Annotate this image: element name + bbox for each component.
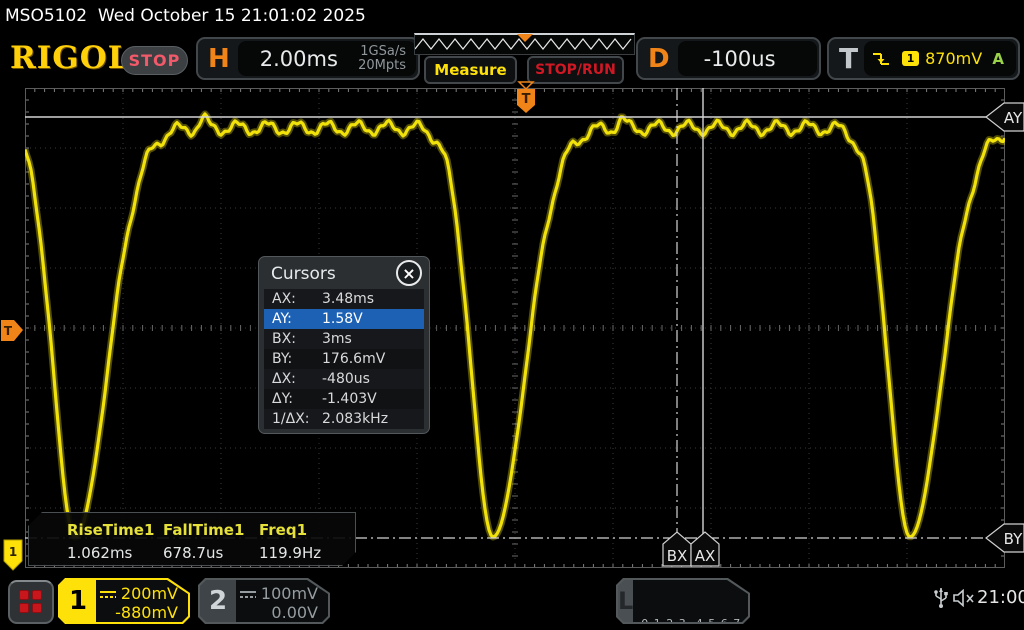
- cursor-row-ay-selected[interactable]: AY: 1.58V: [264, 309, 424, 329]
- trigger-settings-tab[interactable]: T 1 870mV A: [827, 37, 1020, 80]
- cursors-dialog-body: AX: 3.48ms AY: 1.58V BX: 3ms BY: 176.6mV…: [264, 289, 424, 428]
- cursors-dialog: Cursors × AX: 3.48ms AY: 1.58V BX: 3ms B…: [258, 256, 430, 434]
- channel1-number: 1: [60, 580, 96, 622]
- digital-channels-tab[interactable]: L 0 1 2 3 4 5 6 7 8 9 10 11 12 13 14 15: [616, 578, 750, 624]
- cursor-ay-flag-label: AY: [1004, 109, 1023, 127]
- delay-label: D: [648, 44, 670, 74]
- dc-coupling-icon: [240, 590, 256, 599]
- cursor-row-label: AX:: [272, 291, 322, 307]
- sample-rate-block: 1GSa/s 20Mpts: [358, 45, 406, 73]
- channel2-scale: 100mV: [261, 584, 318, 603]
- measure-button[interactable]: Measure: [424, 56, 517, 84]
- cursor-row-value: -480us: [322, 371, 424, 387]
- measurement-freq: Freq1 119.9Hz: [259, 513, 355, 565]
- measurement-panel: RiseTime1 1.062ms FallTime1 678.7us Freq…: [28, 512, 356, 566]
- cursor-row-bx[interactable]: BX: 3ms: [264, 329, 424, 349]
- cursor-row-value: -1.403V: [322, 391, 424, 407]
- waveform-display-area: [25, 88, 1005, 568]
- cursors-dialog-title[interactable]: Cursors: [271, 264, 336, 284]
- cursor-row-label: BY:: [272, 351, 322, 367]
- digital-channel-numbers: 0 1 2 3 4 5 6 7 8 9 10 11 12 13 14 15: [633, 580, 784, 622]
- cursor-row-dx[interactable]: ΔX: -480us: [264, 369, 424, 389]
- cursor-row-value: 3ms: [322, 331, 424, 347]
- model-and-datetime: MSO5102 Wed October 15 21:01:02 2025: [5, 6, 366, 26]
- cursor-row-label: ΔY:: [272, 391, 322, 407]
- cursor-row-label: AY:: [272, 311, 322, 327]
- measurement-value: 119.9Hz: [259, 544, 355, 562]
- measurement-value: 678.7us: [163, 544, 259, 562]
- cursor-row-value: 176.6mV: [322, 351, 424, 367]
- trigger-level-marker[interactable]: [1, 320, 23, 341]
- overview-trigger-marker-icon[interactable]: [517, 34, 533, 42]
- measurement-value: 1.062ms: [67, 544, 163, 562]
- oscilloscope-screen: MSO5102 Wed October 15 21:01:02 2025 RIG…: [0, 0, 1024, 630]
- channel1-position-marker[interactable]: [4, 540, 22, 570]
- measurement-label: FallTime1: [163, 521, 259, 539]
- sample-rate: 1GSa/s: [358, 45, 406, 59]
- trigger-tab-label: T: [839, 42, 858, 75]
- cursor-row-label: ΔX:: [272, 371, 322, 387]
- cursor-row-dy[interactable]: ΔY: -1.403V: [264, 389, 424, 409]
- delay-settings-tab[interactable]: D -100us: [636, 37, 821, 80]
- cursor-row-label: BX:: [272, 331, 322, 347]
- channel1-values: 200mV -880mV: [96, 580, 188, 622]
- stop-run-button[interactable]: STOP/RUN: [527, 56, 624, 84]
- channel2-number: 2: [200, 580, 236, 622]
- trigger-panel: 1 870mV A: [864, 41, 1016, 76]
- horizontal-label: H: [208, 44, 230, 74]
- channel1-offset: -880mV: [96, 603, 178, 622]
- trigger-level-value: 870mV: [925, 49, 992, 68]
- memory-depth: 20Mpts: [358, 59, 406, 73]
- timebase-value: 2.00ms: [260, 47, 358, 71]
- channel1-scale: 200mV: [121, 584, 178, 603]
- channel2-tab[interactable]: 2 100mV 0.00V: [198, 578, 330, 624]
- status-bar: MSO5102 Wed October 15 21:01:02 2025: [0, 0, 1024, 30]
- measurement-label: RiseTime1: [67, 521, 163, 539]
- trigger-level-label: T: [4, 324, 13, 338]
- channel2-offset: 0.00V: [236, 603, 318, 622]
- channel2-values: 100mV 0.00V: [236, 580, 328, 622]
- channel1-marker-label: 1: [9, 545, 17, 559]
- rigol-logo: RIGOL: [10, 40, 131, 76]
- cursor-row-value: 3.48ms: [322, 291, 424, 307]
- cursor-row-inv-dx[interactable]: 1/ΔX: 2.083kHz: [264, 409, 424, 429]
- cursor-row-label: 1/ΔX:: [272, 411, 322, 427]
- digital-row1: 0 1 2 3 4 5 6 7: [641, 616, 784, 630]
- measurement-falltime: FallTime1 678.7us: [163, 513, 259, 565]
- cursor-row-ax[interactable]: AX: 3.48ms: [264, 289, 424, 309]
- cursor-row-value: 1.58V: [322, 311, 424, 327]
- menu-button[interactable]: [8, 580, 54, 624]
- run-state-label: STOP: [129, 51, 181, 70]
- clock-time: 21:00: [977, 587, 1024, 608]
- horizontal-panel: 2.00ms 1GSa/s 20Mpts: [238, 41, 416, 76]
- channel1-tab[interactable]: 1 200mV -880mV: [58, 578, 190, 624]
- ch1-waveform: [25, 88, 1005, 568]
- cursor-row-by[interactable]: BY: 176.6mV: [264, 349, 424, 369]
- cursor-by-flag-label: BY: [1004, 530, 1023, 548]
- measurement-label: Freq1: [259, 521, 355, 539]
- stop-run-label: STOP/RUN: [535, 62, 616, 78]
- trigger-source-badge: 1: [902, 51, 919, 66]
- measurement-risetime: RiseTime1 1.062ms: [67, 513, 163, 565]
- trigger-mode: A: [992, 50, 1004, 68]
- delay-value: -100us: [704, 47, 817, 71]
- horizontal-settings-tab[interactable]: H 2.00ms 1GSa/s 20Mpts: [196, 37, 420, 80]
- run-state-indicator[interactable]: STOP: [121, 46, 188, 75]
- grid-menu-icon: [19, 590, 43, 614]
- close-icon[interactable]: ×: [396, 260, 422, 286]
- digital-tab-label: L: [618, 580, 633, 622]
- dc-coupling-icon: [100, 590, 116, 599]
- speaker-muted-icon[interactable]: [953, 589, 976, 607]
- measure-button-label: Measure: [434, 61, 506, 79]
- usb-icon: [933, 585, 949, 609]
- delay-panel: -100us: [678, 41, 817, 76]
- cursor-row-value: 2.083kHz: [322, 411, 424, 427]
- falling-edge-trigger-icon: [872, 51, 890, 67]
